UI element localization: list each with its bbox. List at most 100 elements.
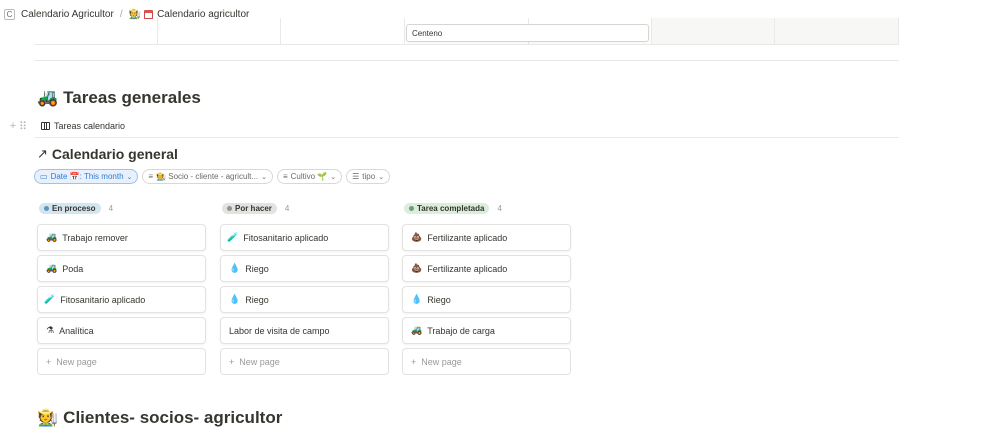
list-icon: ≡: [282, 172, 288, 181]
card-title: Poda: [62, 263, 84, 274]
board-card[interactable]: 🚜 Poda: [37, 255, 206, 282]
linked-database-title[interactable]: ↗ Calendario general: [37, 146, 178, 162]
card-title: Labor de visita de campo: [229, 325, 330, 336]
new-page-label: New page: [56, 356, 97, 367]
board-card[interactable]: Labor de visita de campo: [220, 317, 389, 344]
view-tabs: + ⠿ Tareas calendario: [8, 118, 125, 134]
filter-label: tipo: [362, 172, 376, 181]
board-card[interactable]: ⚗ Analítica: [37, 317, 206, 344]
column-header: En proceso 4: [39, 201, 206, 215]
tractor-icon: 🚜: [46, 232, 58, 243]
divider: [34, 137, 899, 138]
board-card[interactable]: 💧 Riego: [220, 286, 389, 313]
filter-bar: ▭ Date 📅: This month ⌄ ≡ 🧑‍🌾 Socio - cli…: [34, 169, 391, 184]
flask-icon: ⚗: [46, 325, 55, 336]
column-header: Tarea completada 4: [404, 201, 571, 215]
filter-label: Date 📅: This month: [50, 172, 124, 181]
status-label: Por hacer: [235, 203, 272, 213]
farmer-icon: 🧑‍🌾: [37, 408, 59, 428]
new-page-button[interactable]: + New page: [402, 348, 571, 375]
column-count: 4: [284, 203, 290, 213]
cell-edit-input[interactable]: Centeno: [406, 24, 649, 42]
filter-cultivo[interactable]: ≡ Cultivo 🌱 ⌄: [276, 169, 343, 184]
board-card[interactable]: 💧 Riego: [402, 286, 571, 313]
card-title: Fertilizante aplicado: [427, 232, 508, 243]
status-label: En proceso: [52, 203, 96, 213]
section-heading-tareas: 🚜 Tareas generales: [37, 88, 201, 108]
board-card[interactable]: 🚜 Trabajo remover: [37, 224, 206, 251]
column-count: 4: [108, 203, 114, 213]
table-cell[interactable]: [158, 18, 281, 45]
arrow-up-right-icon: ↗: [37, 146, 48, 161]
status-dot: [227, 205, 232, 211]
new-page-label: New page: [239, 356, 280, 367]
workspace-icon: C: [4, 8, 15, 20]
board-card[interactable]: 💩 Fertilizante aplicado: [402, 255, 571, 282]
list-icon: ≡: [148, 172, 154, 181]
table-cell[interactable]: [34, 18, 158, 45]
chevron-down-icon: ⌄: [378, 173, 385, 181]
card-title: Analítica: [59, 325, 94, 336]
droplet-icon: 💧: [229, 294, 241, 305]
new-page-button[interactable]: + New page: [37, 348, 206, 375]
status-label: Tarea completada: [417, 203, 485, 213]
board-card[interactable]: 💩 Fertilizante aplicado: [402, 224, 571, 251]
tractor-icon: 🚜: [46, 263, 58, 274]
tractor-icon: 🚜: [37, 88, 59, 108]
chevron-down-icon: ⌄: [126, 173, 133, 181]
status-badge[interactable]: En proceso: [39, 202, 101, 214]
filter-tipo[interactable]: ☰ tipo ⌄: [346, 169, 391, 184]
status-badge[interactable]: Por hacer: [222, 202, 277, 214]
new-page-button[interactable]: + New page: [220, 348, 389, 375]
fertilizer-icon: 💩: [411, 263, 423, 274]
multi-select-icon: ☰: [352, 172, 360, 181]
new-page-label: New page: [421, 356, 462, 367]
card-title: Riego: [427, 294, 451, 305]
section-title: Tareas generales: [63, 88, 201, 107]
section-title: Clientes- socios- agricultor: [63, 408, 283, 427]
table-cell[interactable]: [775, 18, 899, 45]
column-count: 4: [497, 203, 502, 213]
status-badge[interactable]: Tarea completada: [404, 202, 490, 214]
droplet-icon: 💧: [229, 263, 241, 274]
droplet-icon: 💧: [411, 294, 423, 305]
board-card[interactable]: 🧪 Fitosanitario aplicado: [37, 286, 206, 313]
board-card[interactable]: 🚜 Trabajo de carga: [402, 317, 571, 344]
table-cell[interactable]: [652, 18, 775, 45]
card-title: Fitosanitario aplicado: [243, 232, 329, 243]
tab-tareas-calendario[interactable]: Tareas calendario: [54, 121, 125, 131]
filter-label: 🧑‍🌾 Socio - cliente - agricult...: [156, 172, 259, 181]
calendar-icon: ▭: [40, 172, 48, 181]
column-header: Por hacer 4: [222, 201, 389, 215]
filter-date[interactable]: ▭ Date 📅: This month ⌄: [34, 169, 139, 184]
test-tube-icon: 🧪: [44, 294, 56, 305]
divider: [34, 60, 899, 61]
plus-icon: +: [411, 356, 417, 367]
plus-icon: +: [46, 356, 52, 367]
card-title: Trabajo de carga: [427, 325, 495, 336]
tractor-icon: 🚜: [411, 325, 423, 336]
drag-handle-icon[interactable]: ⠿: [18, 120, 28, 133]
card-title: Fertilizante aplicado: [427, 263, 508, 274]
filter-socio[interactable]: ≡ 🧑‍🌾 Socio - cliente - agricult... ⌄: [142, 169, 273, 184]
filter-label: Cultivo 🌱: [290, 172, 328, 181]
board-column-en-proceso: En proceso 4 🚜 Trabajo remover 🚜 Poda 🧪 Fit…: [37, 201, 206, 379]
plus-icon: +: [229, 356, 235, 367]
card-title: Riego: [245, 294, 269, 305]
card-title: Riego: [245, 263, 269, 274]
linked-title-label: Calendario general: [51, 146, 178, 162]
board-column-por-hacer: Por hacer 4 🧪 Fitosanitario aplicado 💧 Rie…: [220, 201, 389, 379]
add-block-icon[interactable]: +: [8, 120, 18, 132]
status-dot: [409, 205, 414, 211]
chevron-down-icon: ⌄: [261, 173, 267, 181]
board-card[interactable]: 💧 Riego: [220, 255, 389, 282]
chevron-down-icon: ⌄: [330, 173, 337, 181]
table-cell[interactable]: [281, 18, 405, 45]
status-dot: [44, 205, 49, 211]
fertilizer-icon: 💩: [411, 232, 423, 243]
board-card[interactable]: 🧪 Fitosanitario aplicado: [220, 224, 389, 251]
board-view-icon: [41, 122, 50, 130]
section-heading-clientes: 🧑‍🌾 Clientes- socios- agricultor: [37, 408, 282, 428]
card-title: Fitosanitario aplicado: [60, 294, 146, 305]
test-tube-icon: 🧪: [227, 232, 239, 243]
